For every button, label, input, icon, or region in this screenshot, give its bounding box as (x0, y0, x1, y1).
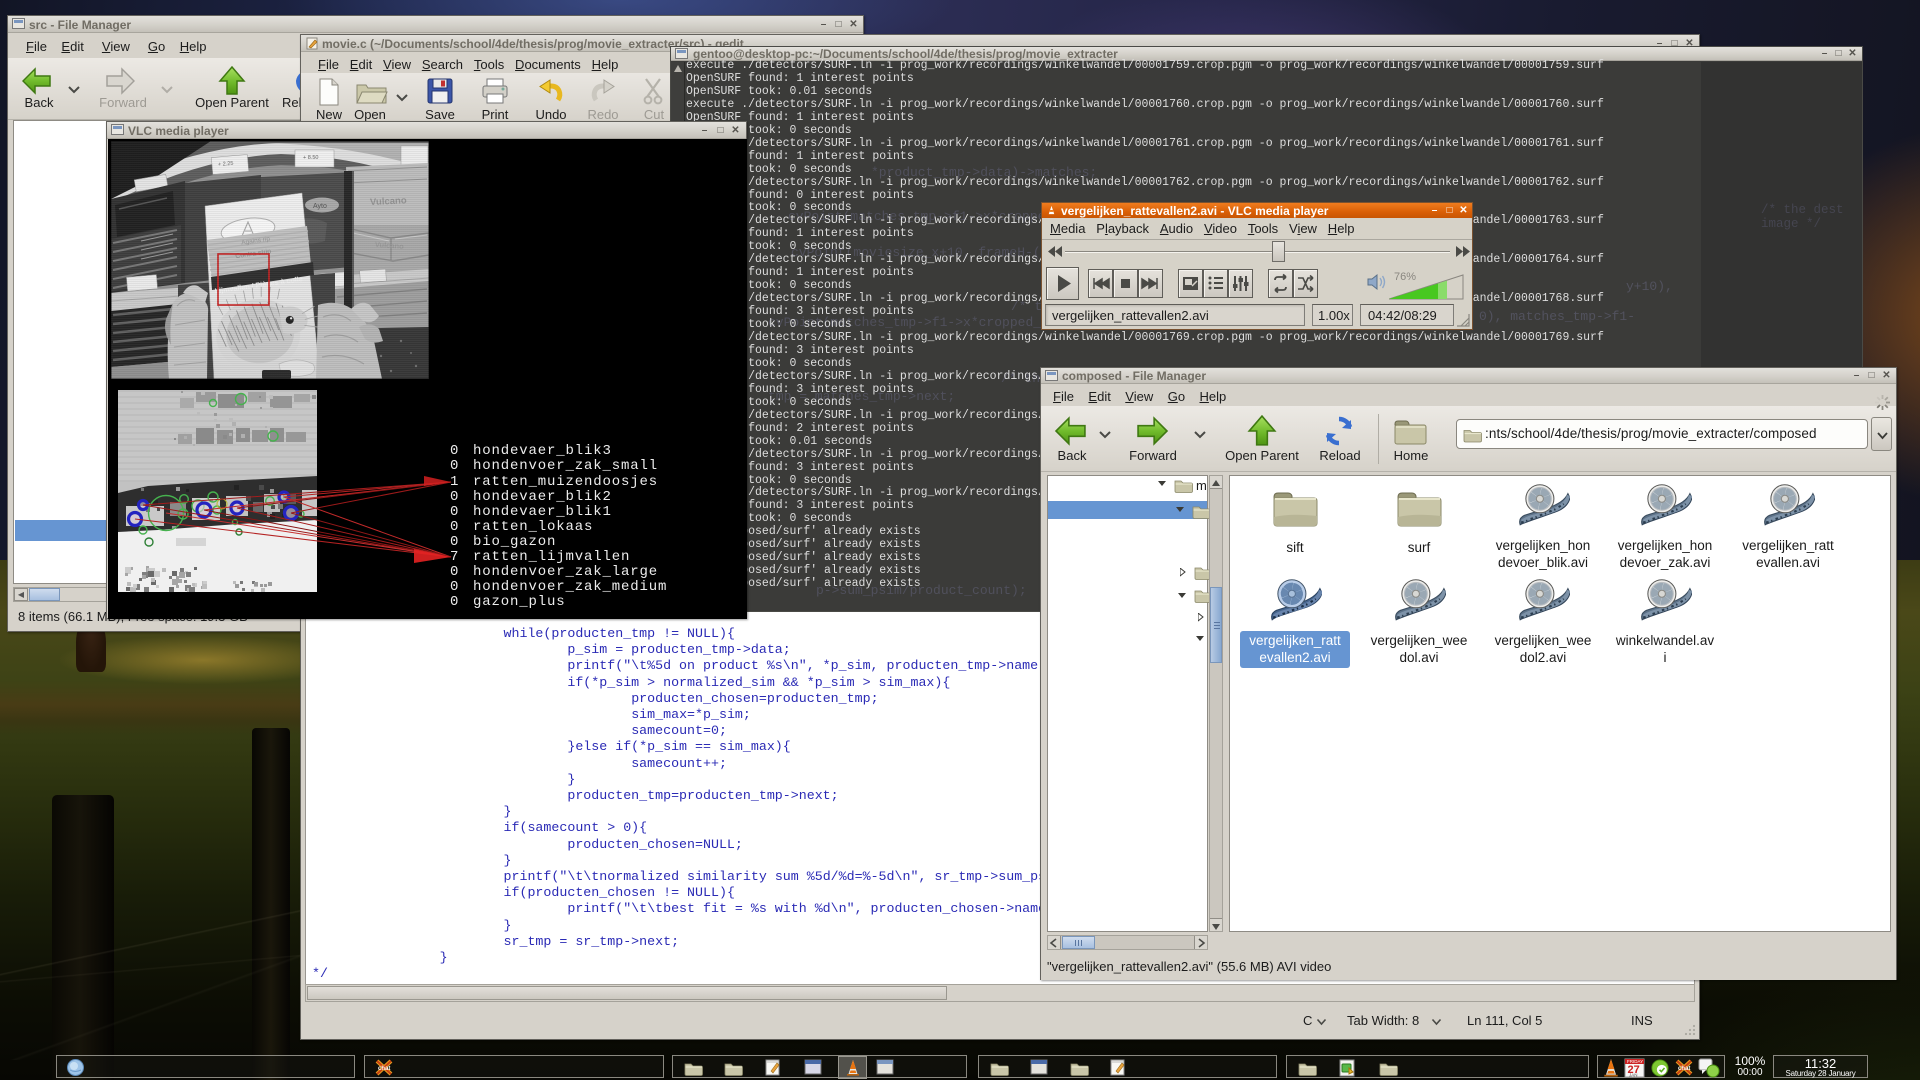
svg-text:chat: chat (378, 1066, 390, 1072)
svg-text:JAN: JAN (1629, 1073, 1638, 1078)
svg-text:chat: chat (1678, 1066, 1690, 1072)
